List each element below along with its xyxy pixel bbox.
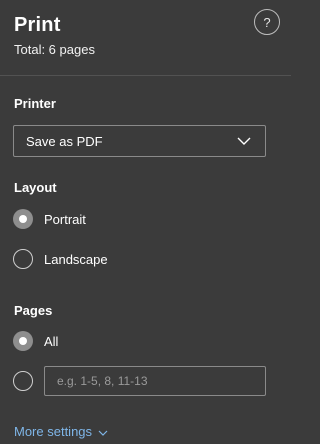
pages-option-all[interactable]: All bbox=[13, 330, 58, 352]
portrait-label: Portrait bbox=[44, 211, 86, 227]
page-title: Print bbox=[14, 14, 61, 36]
printer-select[interactable]: Save as PDF bbox=[13, 125, 266, 157]
layout-option-portrait[interactable]: Portrait bbox=[13, 208, 86, 230]
portrait-radio[interactable] bbox=[13, 209, 33, 229]
landscape-radio[interactable] bbox=[13, 249, 33, 269]
pages-option-custom[interactable] bbox=[13, 370, 33, 392]
layout-option-landscape[interactable]: Landscape bbox=[13, 248, 108, 270]
print-header: Print Total: 6 pages ? bbox=[0, 0, 291, 76]
header-divider bbox=[0, 75, 291, 76]
printer-label: Printer bbox=[14, 96, 56, 111]
pages-label: Pages bbox=[14, 303, 53, 318]
custom-pages-input[interactable] bbox=[44, 366, 266, 396]
question-icon: ? bbox=[263, 14, 271, 30]
layout-label: Layout bbox=[14, 180, 57, 195]
custom-pages-radio[interactable] bbox=[13, 371, 33, 391]
more-settings-label: More settings bbox=[14, 424, 93, 439]
chevron-down-icon bbox=[237, 137, 251, 145]
all-pages-label: All bbox=[44, 333, 59, 349]
chevron-down-small-icon bbox=[98, 430, 108, 436]
more-settings-link[interactable]: More settings bbox=[14, 424, 108, 439]
printer-select-value: Save as PDF bbox=[26, 133, 103, 149]
landscape-label: Landscape bbox=[44, 251, 108, 267]
all-pages-radio[interactable] bbox=[13, 331, 33, 351]
total-pages-text: Total: 6 pages bbox=[14, 42, 95, 57]
help-button[interactable]: ? bbox=[254, 9, 280, 35]
